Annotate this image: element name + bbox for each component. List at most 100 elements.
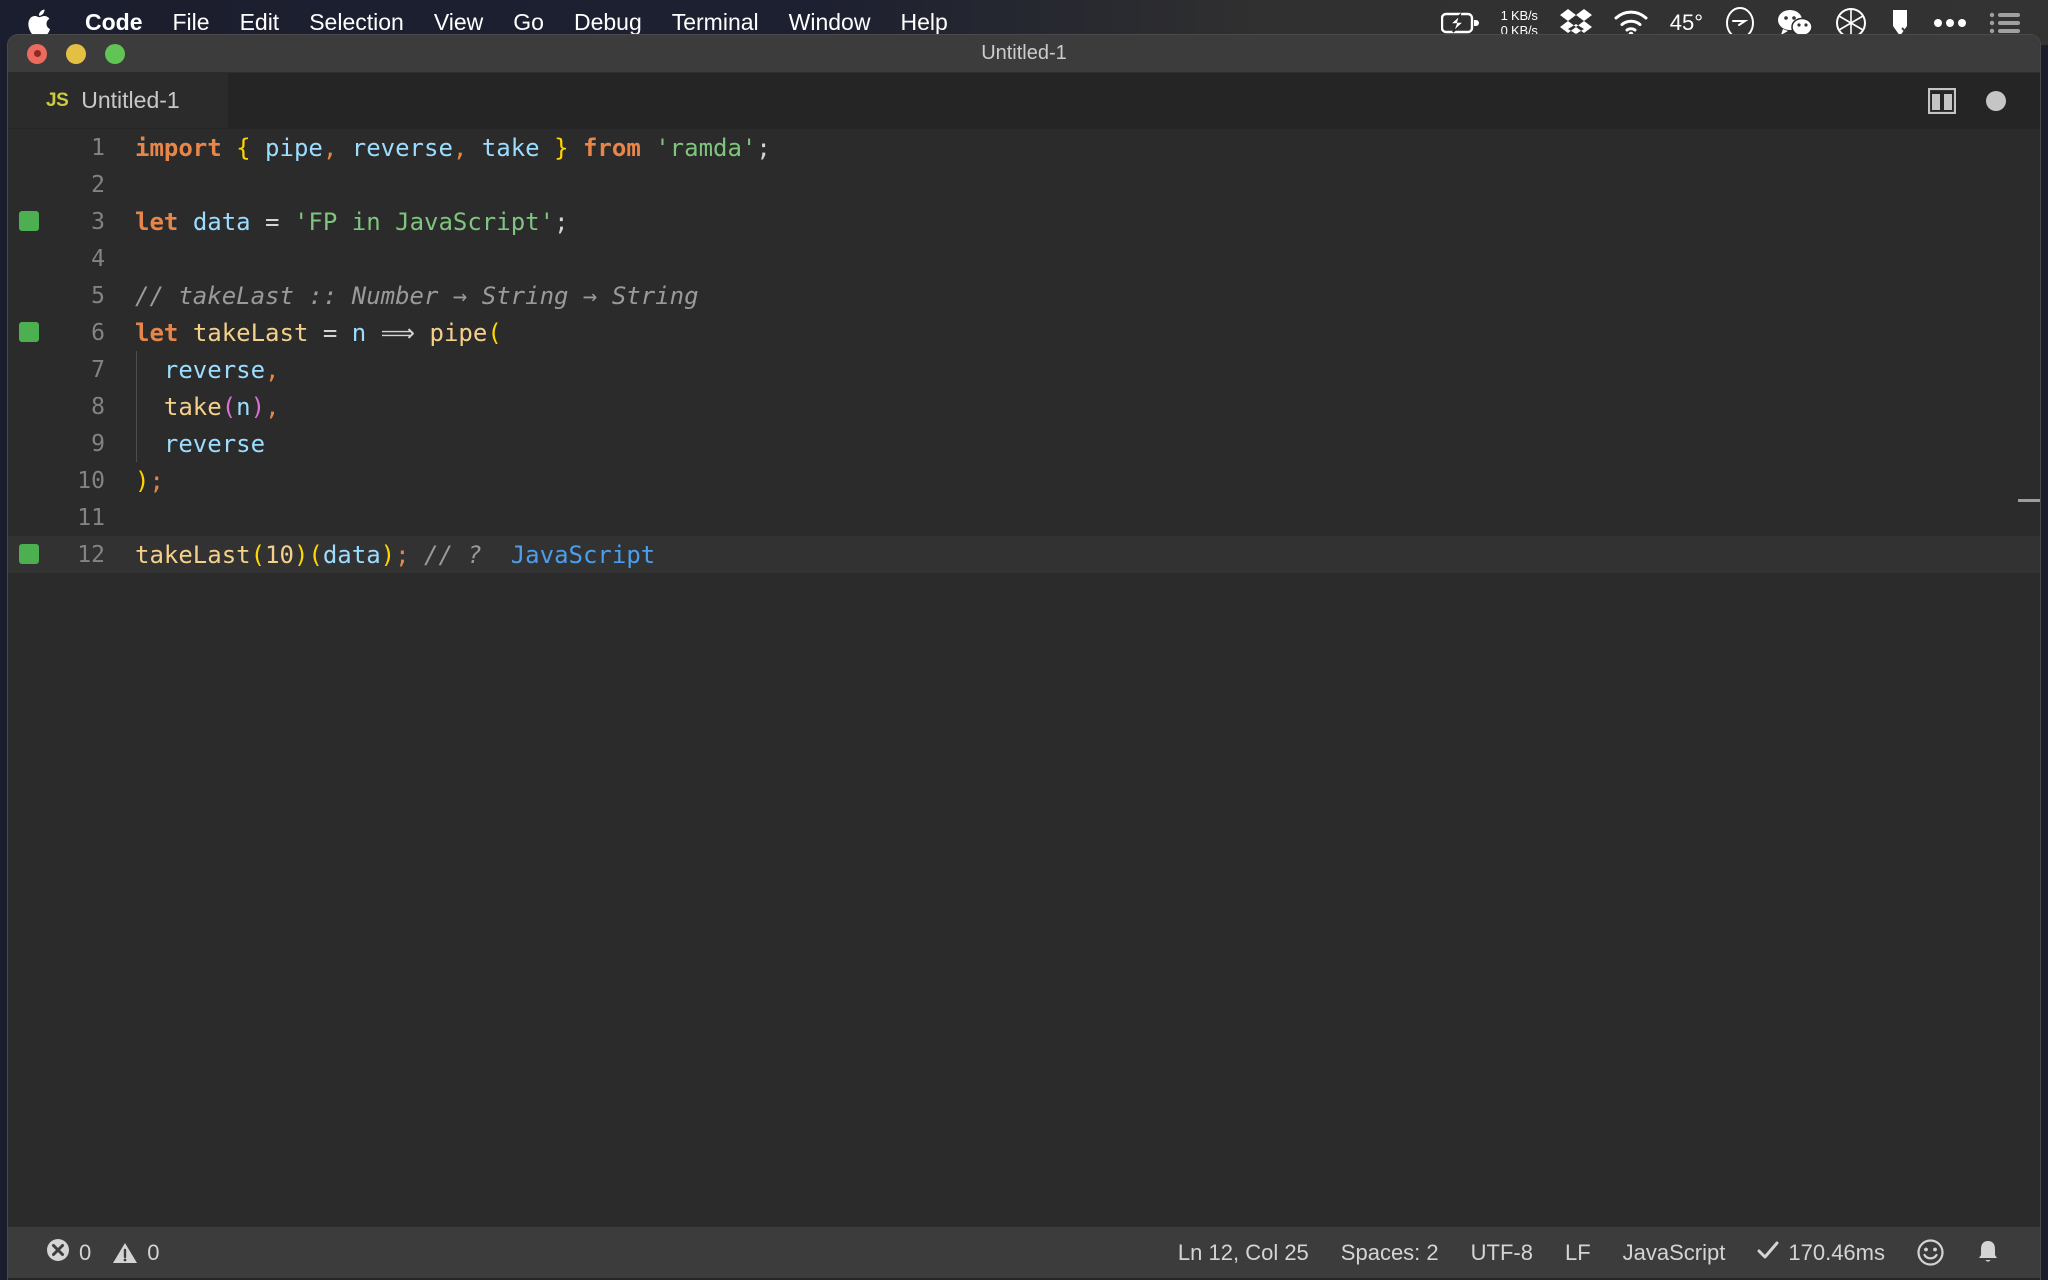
smiley-icon[interactable] bbox=[1901, 1227, 1960, 1279]
indent-guide bbox=[136, 351, 137, 388]
code-token: n bbox=[351, 318, 367, 347]
code-line-text: let takeLast = n ⟹ pipe( bbox=[105, 319, 502, 347]
editor-tab-bar: JS Untitled-1 bbox=[8, 73, 2040, 129]
code-token: ⟹ bbox=[366, 318, 430, 347]
code-token: data bbox=[192, 207, 251, 236]
code-token: ( bbox=[487, 318, 502, 347]
code-line-4[interactable]: 4 bbox=[8, 240, 2040, 277]
maximize-button[interactable] bbox=[105, 43, 125, 64]
javascript-file-icon: JS bbox=[46, 89, 69, 111]
code-token: take bbox=[467, 133, 555, 162]
code-token: n bbox=[236, 392, 251, 421]
code-token: take bbox=[163, 392, 222, 421]
code-line-12[interactable]: 12 takeLast(10)(data); // ? JavaScript bbox=[8, 536, 2040, 573]
code-token: ( bbox=[308, 540, 323, 569]
split-editor-icon[interactable] bbox=[1928, 87, 1956, 114]
window-title: Untitled-1 bbox=[981, 42, 1067, 64]
quokka-runtime-value: 170.46ms bbox=[1788, 1239, 1885, 1265]
language-mode[interactable]: JavaScript bbox=[1607, 1227, 1742, 1279]
warning-count: 0 bbox=[147, 1239, 160, 1265]
code-token: = bbox=[250, 207, 294, 236]
editor-scrollbar-decoration[interactable] bbox=[2018, 499, 2040, 502]
code-line-5[interactable]: 5 // takeLast :: Number → String → String bbox=[8, 277, 2040, 314]
code-token: ; bbox=[149, 466, 164, 495]
code-token: ; bbox=[554, 207, 569, 236]
code-token: takeLast bbox=[135, 540, 251, 569]
close-button[interactable] bbox=[27, 43, 47, 64]
code-line-text: let data = 'FP in JavaScript'; bbox=[105, 208, 569, 236]
gutter-marker-icon[interactable] bbox=[19, 211, 39, 231]
code-token: , bbox=[452, 133, 468, 162]
code-token: pipe bbox=[250, 133, 323, 162]
code-token: , bbox=[265, 355, 280, 384]
indent-guide bbox=[136, 425, 137, 462]
code-line-text: import { pipe, reverse, take } from 'ram… bbox=[105, 134, 771, 162]
status-bar-right: Ln 12, Col 25 Spaces: 2 UTF-8 LF JavaScr… bbox=[1162, 1227, 2040, 1279]
code-token: // takeLast :: Number → String → String bbox=[135, 281, 699, 310]
bell-icon[interactable] bbox=[1960, 1227, 2016, 1279]
code-token: 'FP in JavaScript' bbox=[293, 207, 555, 236]
unsaved-changes-dot[interactable] bbox=[1986, 90, 2006, 111]
code-line-2[interactable]: 2 bbox=[8, 166, 2040, 203]
line-number: 2 bbox=[91, 171, 105, 198]
code-line-9[interactable]: 9 reverse bbox=[8, 425, 2040, 462]
code-token: 'ramda' bbox=[655, 133, 757, 162]
code-token: takeLast bbox=[192, 318, 309, 347]
code-token: JavaScript bbox=[510, 540, 656, 569]
code-line-text: ); bbox=[105, 467, 164, 495]
code-token: ) bbox=[380, 540, 396, 569]
code-token: let bbox=[135, 318, 179, 347]
code-line-1[interactable]: 1 import { pipe, reverse, take } from 'ra… bbox=[8, 129, 2040, 166]
indent-guide bbox=[136, 388, 137, 425]
indentation-setting[interactable]: Spaces: 2 bbox=[1325, 1227, 1455, 1279]
code-line-text: reverse, bbox=[105, 356, 280, 384]
line-number: 8 bbox=[91, 393, 105, 420]
code-token: ; bbox=[395, 540, 410, 569]
quokka-runtime-indicator[interactable]: 170.46ms bbox=[1741, 1227, 1901, 1279]
code-token: } bbox=[554, 133, 569, 162]
line-number: 1 bbox=[91, 134, 105, 161]
status-bar-left: 0 0 bbox=[8, 1227, 176, 1279]
code-token: pipe bbox=[429, 318, 488, 347]
window-titlebar: Untitled-1 bbox=[8, 35, 2040, 73]
encoding-setting[interactable]: UTF-8 bbox=[1455, 1227, 1549, 1279]
line-number: 9 bbox=[91, 430, 105, 457]
code-token: reverse bbox=[135, 355, 266, 384]
code-token: data bbox=[322, 540, 381, 569]
tab-untitled-1[interactable]: JS Untitled-1 bbox=[8, 73, 228, 128]
line-number: 5 bbox=[91, 282, 105, 309]
code-token: ; bbox=[756, 133, 771, 162]
gutter-marker-icon[interactable] bbox=[19, 544, 39, 564]
code-line-text: reverse bbox=[105, 430, 265, 458]
code-line-3[interactable]: 3 let data = 'FP in JavaScript'; bbox=[8, 203, 2040, 240]
code-token: , bbox=[322, 133, 338, 162]
problems-indicator[interactable]: 0 0 bbox=[30, 1227, 176, 1279]
code-token: reverse bbox=[135, 429, 266, 458]
code-editor[interactable]: 1 import { pipe, reverse, take } from 'ra… bbox=[8, 129, 2040, 1226]
code-line-text: takeLast(10)(data); // ? JavaScript bbox=[105, 541, 655, 569]
code-lines-container: 1 import { pipe, reverse, take } from 'ra… bbox=[8, 129, 2040, 573]
code-line-6[interactable]: 6 let takeLast = n ⟹ pipe( bbox=[8, 314, 2040, 351]
minimize-button[interactable] bbox=[66, 43, 86, 64]
code-token: { bbox=[236, 133, 251, 162]
code-token: reverse bbox=[337, 133, 453, 162]
code-line-8[interactable]: 8 take(n), bbox=[8, 388, 2040, 425]
code-line-10[interactable]: 10); bbox=[8, 462, 2040, 499]
code-token: ) bbox=[293, 540, 309, 569]
vscode-window: Untitled-1 JS Untitled-1 1 import { pipe,… bbox=[8, 35, 2040, 1280]
code-token: from bbox=[582, 133, 641, 162]
cursor-position[interactable]: Ln 12, Col 25 bbox=[1162, 1227, 1325, 1279]
line-number: 4 bbox=[91, 245, 105, 272]
temperature-value: 45° bbox=[1669, 9, 1703, 35]
code-line-7[interactable]: 7 reverse, bbox=[8, 351, 2040, 388]
code-line-text: // takeLast :: Number → String → String bbox=[105, 282, 699, 310]
code-line-11[interactable]: 11 bbox=[8, 499, 2040, 536]
gutter-marker-icon[interactable] bbox=[19, 322, 39, 342]
eol-setting[interactable]: LF bbox=[1549, 1227, 1607, 1279]
